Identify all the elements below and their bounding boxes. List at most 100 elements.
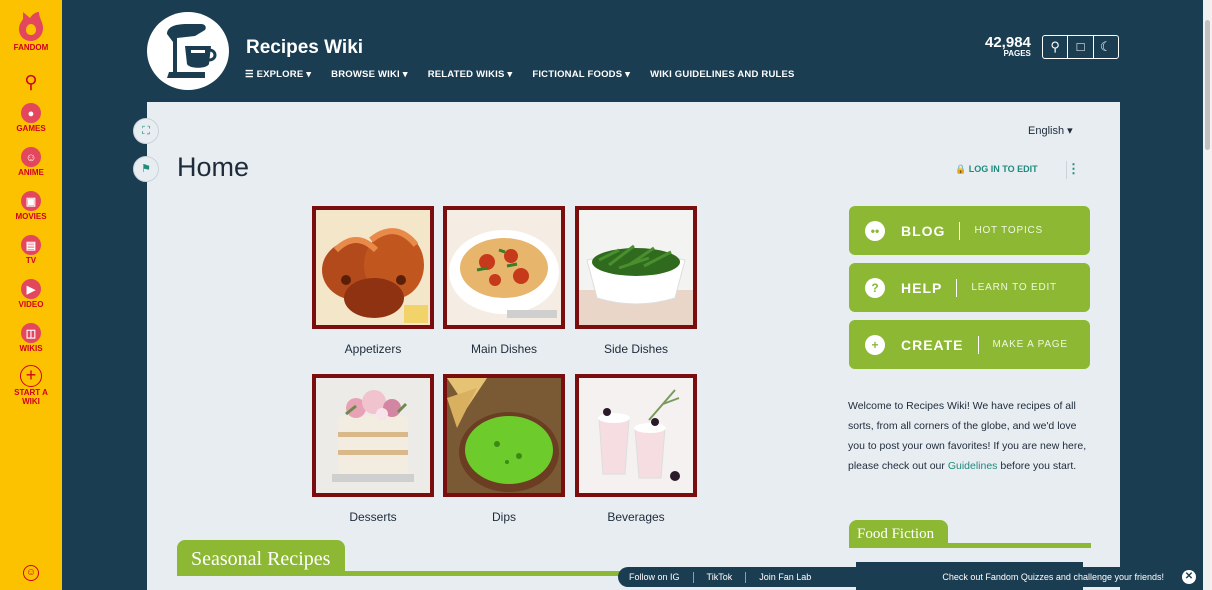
- nav-fictional-foods[interactable]: FICTIONAL FOODS ▾: [532, 69, 630, 80]
- food-tile-desserts[interactable]: [312, 374, 434, 497]
- theme-toggle-icon[interactable]: ☾: [1094, 36, 1118, 58]
- login-label: LOG IN TO EDIT: [968, 164, 1038, 174]
- food-fiction-rule: [849, 543, 1091, 548]
- language-selector[interactable]: English ▾: [1028, 124, 1073, 137]
- login-to-edit-button[interactable]: 🔒 LOG IN TO EDIT: [955, 164, 1038, 175]
- search-icon[interactable]: ⚲: [1043, 36, 1069, 58]
- stand-mixer-icon: [167, 24, 217, 78]
- food-caption-desserts[interactable]: Desserts: [312, 510, 434, 524]
- rail-item-label: TV: [25, 256, 37, 265]
- tv-icon: ▤: [21, 235, 41, 255]
- nav-explore[interactable]: ☰ EXPLORE ▾: [245, 69, 311, 80]
- divider: [745, 571, 747, 583]
- dips-image: [447, 378, 561, 493]
- food-tile-side-dishes[interactable]: [575, 206, 697, 329]
- food-tile-main-dishes[interactable]: [443, 206, 565, 329]
- rail-item-wikis[interactable]: ◫ WIKIS: [0, 323, 62, 353]
- welcome-text-end: before you start.: [997, 460, 1077, 472]
- guidelines-link[interactable]: Guidelines: [948, 460, 998, 472]
- rail-search[interactable]: ⚲: [0, 72, 62, 92]
- rail-user[interactable]: ☺: [0, 565, 62, 581]
- chat-bubble-icon: ••: [865, 220, 885, 241]
- divider: [692, 571, 694, 583]
- fandom-flame-icon: [19, 12, 43, 41]
- help-button[interactable]: ? HELP LEARN TO EDIT: [849, 263, 1090, 312]
- pages-counter: 42,984 PAGES: [985, 34, 1031, 58]
- fan-lab-link[interactable]: Join Fan Lab: [759, 572, 811, 583]
- help-label: HELP: [901, 279, 943, 296]
- more-options-icon[interactable]: ⋮: [1066, 161, 1080, 179]
- close-icon[interactable]: ✕: [1182, 570, 1196, 584]
- rail-item-tv[interactable]: ▤ TV: [0, 235, 62, 265]
- tiktok-link[interactable]: TikTok: [707, 572, 733, 583]
- blog-button[interactable]: •• BLOG HOT TOPICS: [849, 206, 1090, 255]
- nav-guidelines[interactable]: WIKI GUIDELINES AND RULES: [650, 69, 795, 80]
- rail-item-label: WIKIS: [19, 344, 43, 353]
- explore-icon: ☰: [245, 69, 254, 80]
- rail-item-label: START A WIKI: [14, 388, 48, 406]
- page-title: Home: [177, 152, 250, 182]
- wiki-logo[interactable]: [147, 12, 229, 90]
- create-button[interactable]: + CREATE MAKE A PAGE: [849, 320, 1090, 369]
- food-caption-main-dishes[interactable]: Main Dishes: [443, 342, 565, 356]
- pages-count-value: 42,984: [985, 34, 1031, 51]
- beverages-image: [579, 378, 693, 493]
- fandom-label: FANDOM: [13, 43, 49, 52]
- rail-item-movies[interactable]: ▣ MOVIES: [0, 191, 62, 221]
- user-avatar-icon: ☺: [23, 565, 39, 581]
- main-dishes-image: [447, 210, 561, 325]
- rail-item-start-wiki[interactable]: + START A WIKI: [0, 365, 62, 406]
- rail-item-anime[interactable]: ☺ ANIME: [0, 147, 62, 177]
- nav-related-wikis[interactable]: RELATED WIKIS ▾: [428, 69, 513, 80]
- rail-item-label: MOVIES: [15, 212, 47, 221]
- question-icon: ?: [865, 277, 885, 298]
- rail-item-games[interactable]: ● GAMES: [0, 103, 62, 133]
- scrollbar-thumb[interactable]: [1205, 20, 1210, 150]
- nav-browse-wiki[interactable]: BROWSE WIKI ▾: [331, 69, 408, 80]
- rail-item-label: ANIME: [18, 168, 44, 177]
- rail-item-video[interactable]: ▶ VIDEO: [0, 279, 62, 309]
- wiki-nav: ☰ EXPLORE ▾ BROWSE WIKI ▾ RELATED WIKIS …: [245, 69, 795, 80]
- lock-icon[interactable]: ⚑: [133, 156, 159, 182]
- movie-icon: ▣: [21, 191, 41, 211]
- nav-label: EXPLORE ▾: [256, 69, 312, 80]
- divider: [956, 278, 958, 297]
- appetizers-image: [316, 210, 430, 325]
- desserts-image: [316, 378, 430, 493]
- fandom-rail: FANDOM ⚲ ● GAMES ☺ ANIME ▣ MOVIES ▤ TV ▶…: [0, 0, 62, 590]
- expand-icon[interactable]: ⛶: [133, 118, 159, 144]
- fandom-logo[interactable]: FANDOM: [0, 10, 62, 52]
- search-icon: ⚲: [24, 72, 38, 92]
- create-label: CREATE: [901, 336, 964, 353]
- food-caption-appetizers[interactable]: Appetizers: [312, 342, 434, 356]
- rail-item-label: VIDEO: [18, 300, 44, 309]
- food-caption-dips[interactable]: Dips: [443, 510, 565, 524]
- plus-circle-icon: +: [20, 365, 42, 387]
- book-icon: ◫: [21, 323, 41, 343]
- food-tile-appetizers[interactable]: [312, 206, 434, 329]
- divider: [959, 221, 961, 240]
- create-sublabel: MAKE A PAGE: [992, 339, 1068, 350]
- divider: [977, 335, 979, 354]
- food-caption-beverages[interactable]: Beverages: [575, 510, 697, 524]
- quizzes-promo[interactable]: Check out Fandom Quizzes and challenge y…: [942, 572, 1164, 582]
- wiki-title[interactable]: Recipes Wiki: [246, 37, 363, 59]
- discussions-icon[interactable]: □: [1068, 36, 1094, 58]
- food-tile-dips[interactable]: [443, 374, 565, 497]
- follow-ig-link[interactable]: Follow on IG: [629, 572, 680, 583]
- video-icon: ▶: [21, 279, 41, 299]
- blog-sublabel: HOT TOPICS: [974, 225, 1044, 236]
- pages-count-label: PAGES: [1003, 49, 1031, 58]
- food-caption-side-dishes[interactable]: Side Dishes: [575, 342, 697, 356]
- help-sublabel: LEARN TO EDIT: [971, 282, 1057, 293]
- side-dishes-image: [579, 210, 693, 325]
- plus-icon: +: [865, 334, 885, 355]
- seasonal-recipes-rule: [177, 571, 628, 576]
- welcome-text: Welcome to Recipes Wiki! We have recipes…: [848, 396, 1088, 476]
- food-tile-beverages[interactable]: [575, 374, 697, 497]
- blog-label: BLOG: [901, 222, 946, 239]
- fandom-bottom-bar: Follow on IG TikTok Join Fan Lab Check o…: [618, 567, 1202, 587]
- lock-icon: 🔒: [955, 164, 967, 174]
- social-links: Follow on IG TikTok Join Fan Lab: [618, 571, 811, 583]
- rail-item-label: GAMES: [16, 124, 46, 133]
